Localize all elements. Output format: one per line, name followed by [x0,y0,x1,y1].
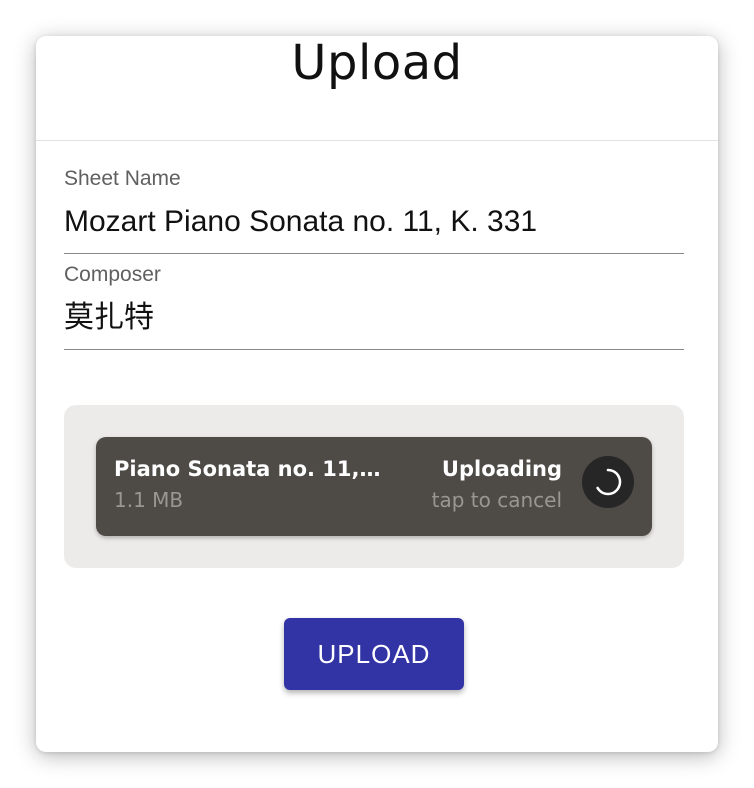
page-title: Upload [291,34,463,91]
uploading-file-item[interactable]: Piano Sonata no. 11, K. 331 1.1 MB Uploa… [96,437,652,536]
composer-input[interactable]: 莫扎特 [64,303,684,349]
sheet-name-label: Sheet Name [64,167,181,190]
sheet-name-field[interactable]: Sheet Name Mozart Piano Sonata no. 11, K… [64,168,684,254]
dialog-header: Upload [36,34,718,141]
cancel-hint[interactable]: tap to cancel [432,487,562,513]
composer-field[interactable]: Composer 莫扎特 [64,264,684,350]
spinner-arc-icon [596,468,622,496]
file-size: 1.1 MB [114,488,184,512]
loading-spinner-icon[interactable] [582,456,634,508]
composer-label: Composer [64,263,161,286]
upload-dialog: Upload Sheet Name Mozart Piano Sonata no… [36,34,718,752]
file-name: Piano Sonata no. 11, K. 331 [114,457,386,481]
upload-status: Uploading [441,457,562,481]
sheet-name-input[interactable]: Mozart Piano Sonata no. 11, K. 331 [64,207,684,253]
upload-button[interactable]: UPLOAD [284,618,464,690]
file-dropzone[interactable]: Piano Sonata no. 11, K. 331 1.1 MB Uploa… [64,405,684,568]
